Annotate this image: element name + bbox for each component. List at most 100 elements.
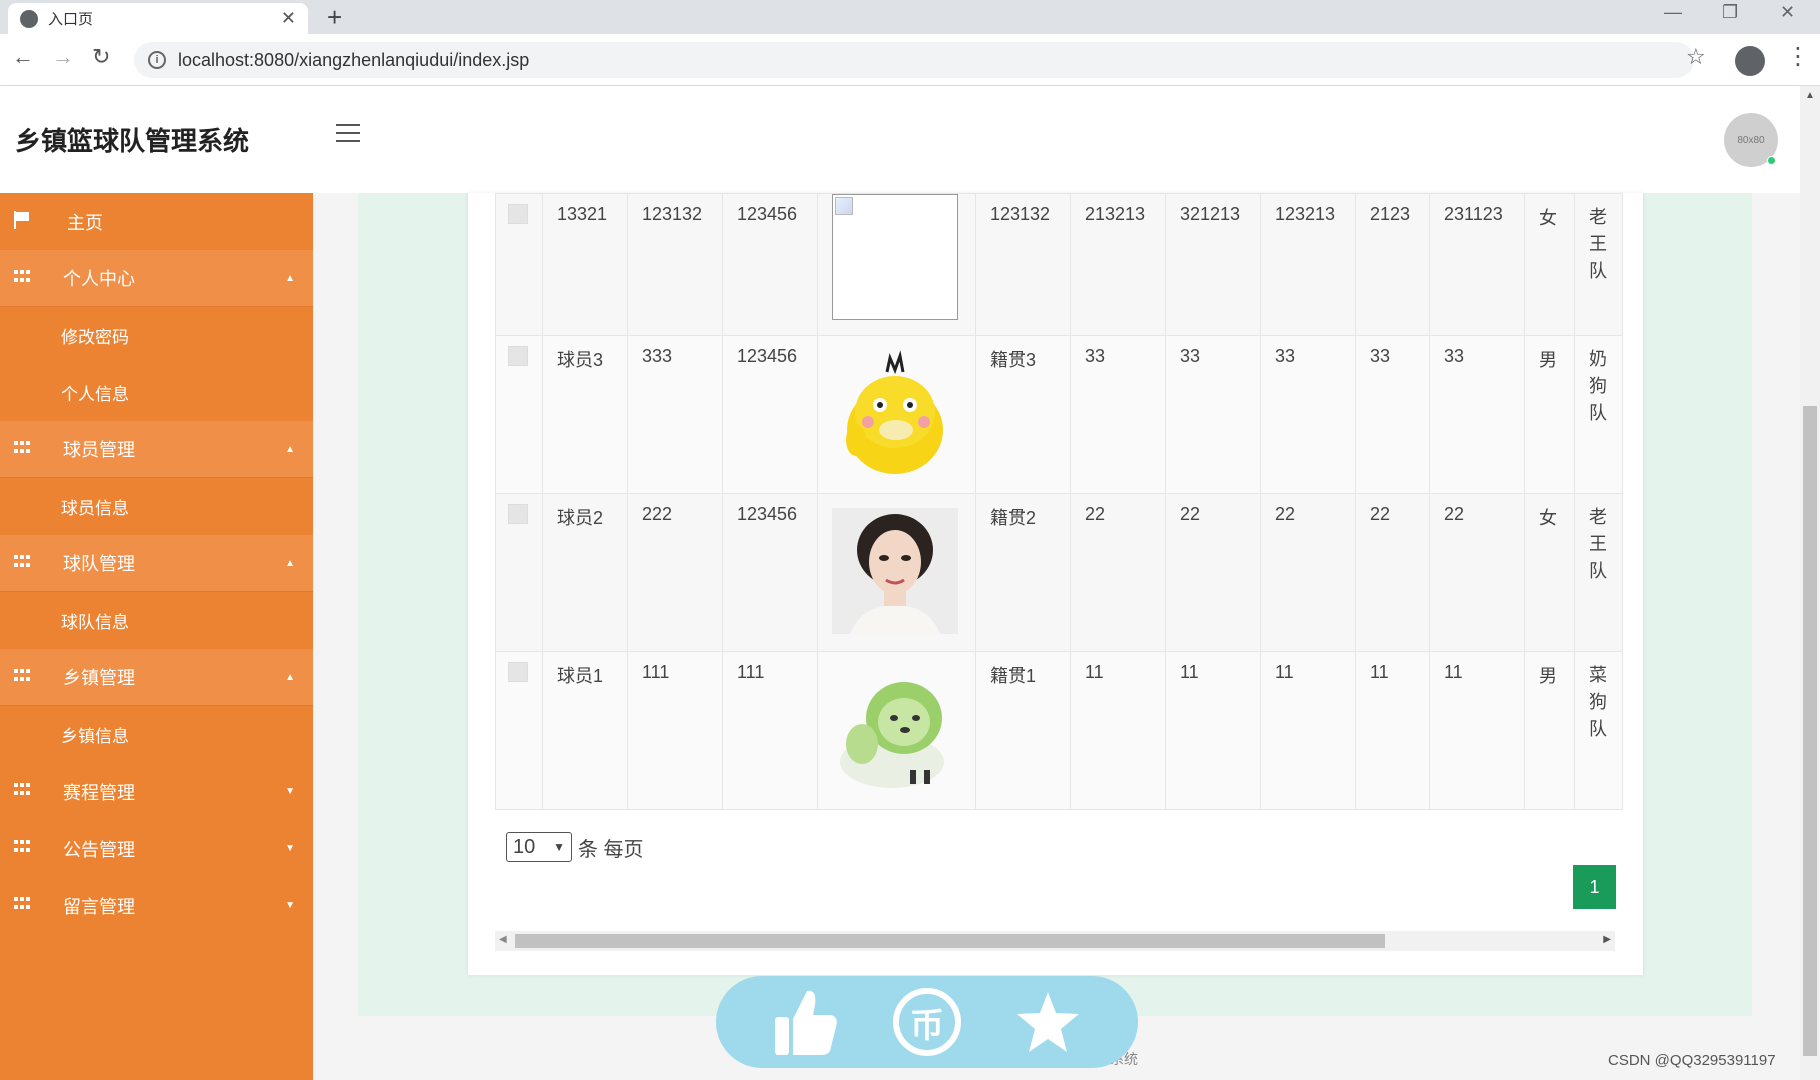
new-tab-button[interactable]: + bbox=[327, 2, 342, 33]
table-row: 13321 123132 123456 123132 213213 321213… bbox=[495, 193, 1623, 336]
minimize-icon[interactable]: — bbox=[1664, 2, 1682, 23]
grid-icon bbox=[14, 270, 30, 284]
browser-tab[interactable]: 入口页 ✕ bbox=[8, 3, 308, 34]
cell-value: 2123 bbox=[1355, 193, 1430, 336]
thumbs-up-icon[interactable] bbox=[772, 988, 840, 1056]
sidebar-group-schedule[interactable]: 赛程管理 ▼ bbox=[0, 763, 313, 820]
scroll-left-icon[interactable]: ◀ bbox=[499, 934, 507, 945]
grid-icon bbox=[14, 555, 30, 569]
sidebar-group-messages[interactable]: 留言管理 ▼ bbox=[0, 877, 313, 934]
row-checkbox[interactable] bbox=[508, 204, 528, 224]
page-size-value: 10 bbox=[513, 835, 536, 858]
portrait-photo bbox=[832, 508, 958, 634]
sidebar-item-town-info[interactable]: 乡镇信息 bbox=[0, 706, 313, 763]
horizontal-scrollbar[interactable]: ◀ ▶ bbox=[495, 931, 1615, 951]
scrollbar-thumb[interactable] bbox=[515, 934, 1385, 948]
cell-value: 11 bbox=[1429, 651, 1525, 810]
cell-value: 33 bbox=[1165, 335, 1261, 494]
sidebar-group-towns[interactable]: 乡镇管理 ▲ bbox=[0, 649, 313, 706]
online-status-dot bbox=[1767, 156, 1776, 165]
menu-dots-icon[interactable]: ⋮ bbox=[1786, 42, 1810, 71]
cell-value: 111 bbox=[722, 651, 818, 810]
sidebar-item-label: 留言管理 bbox=[63, 896, 135, 917]
cell-value: 231123 bbox=[1429, 193, 1525, 336]
cell-name: 球员2 bbox=[542, 493, 628, 652]
tab-title: 入口页 bbox=[48, 11, 94, 28]
scroll-up-icon[interactable]: ▲ bbox=[1805, 90, 1815, 101]
sidebar-item-label: 个人中心 bbox=[63, 269, 135, 289]
cell-value: 123456 bbox=[722, 335, 818, 494]
cell-value: 333 bbox=[627, 335, 723, 494]
star-icon[interactable] bbox=[1014, 988, 1082, 1056]
grid-icon bbox=[14, 897, 30, 911]
caret-down-icon: ▼ bbox=[285, 786, 295, 797]
floating-action-bar: 币 bbox=[716, 976, 1138, 1068]
sidebar-item-label: 公告管理 bbox=[63, 839, 135, 860]
sidebar-item-label: 乡镇管理 bbox=[63, 668, 135, 688]
cell-value: 22 bbox=[1070, 493, 1166, 652]
cell-value: 321213 bbox=[1165, 193, 1261, 336]
cell-gender: 男 bbox=[1524, 335, 1575, 494]
cell-name: 13321 bbox=[542, 193, 628, 336]
sidebar-item-home[interactable]: 主页 bbox=[0, 193, 313, 250]
back-icon[interactable]: ← bbox=[12, 44, 34, 70]
window-close-icon[interactable]: ✕ bbox=[1780, 2, 1795, 23]
cell-gender: 女 bbox=[1524, 493, 1575, 652]
cell-team: 奶狗队 bbox=[1589, 349, 1607, 423]
page-button-current[interactable]: 1 bbox=[1573, 865, 1616, 909]
cell-value: 22 bbox=[1165, 493, 1261, 652]
sidebar: 主页 个人中心 ▲ 修改密码 个人信息 球员管理 ▲ 球员信息 球队管理 ▲ 球… bbox=[0, 193, 313, 1080]
sidebar-item-label: 修改密码 bbox=[61, 328, 129, 347]
chevron-down-icon: ▼ bbox=[553, 840, 565, 854]
page-size-control: 10 ▼ 条 每页 bbox=[506, 832, 644, 862]
sidebar-item-team-info[interactable]: 球队信息 bbox=[0, 592, 313, 649]
cell-gender: 男 bbox=[1524, 651, 1575, 810]
cell-value: 33 bbox=[1070, 335, 1166, 494]
url-field[interactable]: i localhost:8080/xiangzhenlanqiudui/inde… bbox=[134, 42, 1694, 78]
coin-icon[interactable]: 币 bbox=[892, 988, 961, 1056]
forward-icon[interactable]: → bbox=[52, 44, 74, 70]
cell-name: 球员3 bbox=[542, 335, 628, 494]
scrollbar-thumb[interactable] bbox=[1803, 406, 1817, 1056]
watermark: CSDN @QQ3295391197 bbox=[1608, 1052, 1776, 1069]
page-size-select[interactable]: 10 ▼ bbox=[506, 832, 572, 862]
sidebar-item-player-info[interactable]: 球员信息 bbox=[0, 478, 313, 535]
cell-value: 33 bbox=[1355, 335, 1430, 494]
browser-tab-bar: 入口页 ✕ + — ❐ ✕ bbox=[0, 0, 1820, 34]
sidebar-group-players[interactable]: 球员管理 ▲ bbox=[0, 421, 313, 478]
sidebar-group-announcements[interactable]: 公告管理 ▼ bbox=[0, 820, 313, 877]
caret-down-icon: ▼ bbox=[285, 900, 295, 911]
row-checkbox[interactable] bbox=[508, 346, 528, 366]
flag-icon bbox=[14, 211, 30, 229]
caret-up-icon: ▲ bbox=[285, 272, 295, 284]
cell-value: 22 bbox=[1429, 493, 1525, 652]
site-info-icon[interactable]: i bbox=[148, 51, 166, 69]
bookmark-star-icon[interactable]: ☆ bbox=[1686, 44, 1706, 70]
reload-icon[interactable]: ↻ bbox=[92, 44, 110, 70]
table-row: 球员3 333 123456 籍贯3 33 33 33 33 33 男 奶狗队 bbox=[495, 335, 1623, 494]
cell-value: 22 bbox=[1355, 493, 1430, 652]
player-table: 13321 123132 123456 123132 213213 321213… bbox=[495, 193, 1623, 810]
app-header: 乡镇篮球队管理系统 80x80 bbox=[0, 86, 1800, 193]
sidebar-group-teams[interactable]: 球队管理 ▲ bbox=[0, 535, 313, 592]
cell-origin: 籍贯1 bbox=[975, 651, 1071, 810]
cell-team: 老王队 bbox=[1589, 507, 1607, 581]
cabbage-dog-photo bbox=[832, 666, 958, 792]
hamburger-menu-icon[interactable] bbox=[336, 124, 360, 148]
cell-value: 33 bbox=[1260, 335, 1356, 494]
row-checkbox[interactable] bbox=[508, 504, 528, 524]
cell-team: 老王队 bbox=[1589, 207, 1607, 281]
broken-image-icon bbox=[832, 194, 958, 320]
profile-icon[interactable] bbox=[1735, 46, 1765, 76]
row-checkbox[interactable] bbox=[508, 662, 528, 682]
scroll-right-icon[interactable]: ▶ bbox=[1603, 934, 1611, 945]
caret-down-icon: ▼ bbox=[285, 843, 295, 854]
close-tab-icon[interactable]: ✕ bbox=[281, 8, 296, 29]
table-row: 球员2 222 123456 籍贯2 22 22 22 22 22 女 老王队 bbox=[495, 493, 1623, 652]
vertical-scrollbar[interactable]: ▲ bbox=[1800, 86, 1820, 1080]
sidebar-group-personal[interactable]: 个人中心 ▲ bbox=[0, 250, 313, 307]
restore-icon[interactable]: ❐ bbox=[1722, 2, 1738, 23]
sidebar-item-personal-info[interactable]: 个人信息 bbox=[0, 364, 313, 421]
sidebar-item-change-password[interactable]: 修改密码 bbox=[0, 307, 313, 364]
cell-name: 球员1 bbox=[542, 651, 628, 810]
